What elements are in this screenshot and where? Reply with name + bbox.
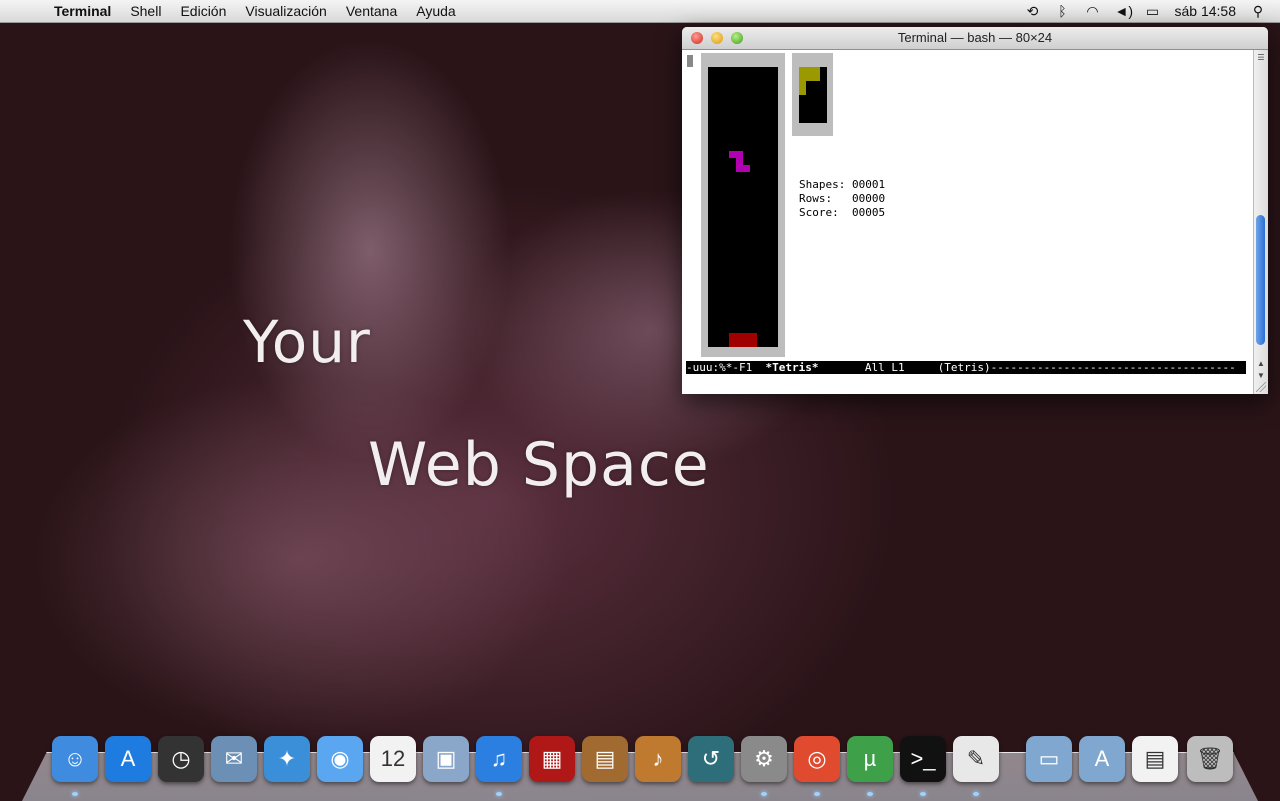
preview-dock-icon[interactable]: ▣ — [423, 736, 469, 782]
minimize-button[interactable] — [711, 32, 723, 44]
scroll-down-icon[interactable]: ▼ — [1254, 370, 1268, 381]
chrome-dock-icon[interactable]: ◎ — [794, 736, 840, 782]
system-preferences-dock-icon[interactable]: ⚙ — [741, 736, 787, 782]
mode-line-mode: (Tetris)--------------------------------… — [937, 361, 1236, 374]
next-piece-block — [799, 81, 806, 95]
photo-booth-dock-icon[interactable]: ▦ — [529, 736, 575, 782]
iphoto-dock-icon[interactable]: ▤ — [582, 736, 628, 782]
terminal-dock-icon[interactable]: >_ — [900, 736, 946, 782]
split-pane-icon[interactable]: ☰ — [1254, 52, 1268, 63]
zoom-button[interactable] — [731, 32, 743, 44]
clock[interactable]: sáb 14:58 — [1175, 3, 1237, 19]
mode-line-position: All L1 — [818, 361, 938, 374]
scroll-up-icon[interactable]: ▲ — [1254, 358, 1268, 369]
wifi-icon[interactable]: ◠ — [1085, 3, 1101, 20]
terminal-window[interactable]: Terminal — bash — 80×24 Shapes: 00001 Ro… — [682, 27, 1268, 394]
calendar-dock-icon[interactable]: 12 — [370, 736, 416, 782]
running-indicator — [867, 792, 873, 796]
scroll-thumb[interactable] — [1256, 215, 1265, 345]
bluetooth-icon[interactable]: ᛒ — [1055, 3, 1071, 19]
volume-icon[interactable]: ◄) — [1115, 3, 1134, 19]
time-machine-dock-icon[interactable]: ↺ — [688, 736, 734, 782]
finder-dock-icon[interactable]: ☺ — [52, 736, 98, 782]
emacs-mode-line: -uuu:%*-F1 *Tetris* All L1 (Tetris)-----… — [686, 361, 1246, 374]
running-indicator — [920, 792, 926, 796]
stacked-block — [729, 333, 757, 347]
dashboard-dock-icon[interactable]: ◷ — [158, 736, 204, 782]
menu-bar: Terminal Shell Edición Visualización Ven… — [0, 0, 1280, 23]
mode-line-buffer: *Tetris* — [765, 361, 819, 374]
next-piece-preview — [799, 67, 827, 123]
menu-edicion[interactable]: Edición — [180, 3, 226, 19]
documents-folder-dock-icon[interactable]: A — [1079, 736, 1125, 782]
running-indicator — [814, 792, 820, 796]
running-indicator — [761, 792, 767, 796]
facetime-ichat-dock-icon[interactable]: ◉ — [317, 736, 363, 782]
wallpaper-text-your: Your — [243, 308, 371, 376]
battery-icon[interactable]: ▭ — [1145, 3, 1161, 20]
spotlight-icon[interactable]: ⚲ — [1250, 3, 1266, 20]
garageband-dock-icon[interactable]: ♪ — [635, 736, 681, 782]
utorrent-dock-icon[interactable]: µ — [847, 736, 893, 782]
rows-counter: Rows: 00000 — [799, 192, 886, 205]
menu-ayuda[interactable]: Ayuda — [416, 3, 455, 19]
terminal-titlebar[interactable]: Terminal — bash — 80×24 — [682, 27, 1268, 50]
menu-visualizacion[interactable]: Visualización — [245, 3, 326, 19]
vertical-scrollbar[interactable]: ☰ ▲ ▼ — [1253, 50, 1268, 394]
mode-line-prefix: -uuu:%*-F1 — [686, 361, 766, 374]
window-title: Terminal — bash — 80×24 — [897, 30, 1053, 45]
next-piece-block — [799, 67, 820, 81]
running-indicator — [72, 792, 78, 796]
score-counter: Score: 00005 — [799, 206, 886, 219]
trash-dock-icon[interactable]: 🗑 — [1187, 736, 1233, 782]
resize-grip-icon[interactable] — [1256, 382, 1266, 392]
falling-piece-block — [729, 151, 743, 158]
mail-dock-icon[interactable]: ✉ — [211, 736, 257, 782]
menu-shell[interactable]: Shell — [130, 3, 161, 19]
app-store-dock-icon[interactable]: A — [105, 736, 151, 782]
shapes-counter: Shapes: 00001 — [799, 178, 886, 191]
safari-dock-icon[interactable]: ✦ — [264, 736, 310, 782]
close-button[interactable] — [691, 32, 703, 44]
applications-folder-dock-icon[interactable]: ▭ — [1026, 736, 1072, 782]
wallpaper-text-web-space: Web Space — [368, 430, 710, 500]
time-machine-icon[interactable]: ⟲ — [1025, 3, 1041, 20]
running-indicator — [496, 792, 502, 796]
falling-piece-block — [736, 165, 750, 172]
running-indicator — [973, 792, 979, 796]
falling-piece-block — [736, 158, 743, 165]
cursor — [687, 55, 693, 67]
menu-ventana[interactable]: Ventana — [346, 3, 397, 19]
chrome-download-dock-icon[interactable]: ▤ — [1132, 736, 1178, 782]
textedit-dock-icon[interactable]: ✎ — [953, 736, 999, 782]
tetris-board — [708, 67, 778, 347]
menu-terminal[interactable]: Terminal — [54, 3, 111, 19]
terminal-content[interactable]: Shapes: 00001 Rows: 00000 Score: 00005 -… — [682, 50, 1268, 394]
itunes-dock-icon[interactable]: ♫ — [476, 736, 522, 782]
